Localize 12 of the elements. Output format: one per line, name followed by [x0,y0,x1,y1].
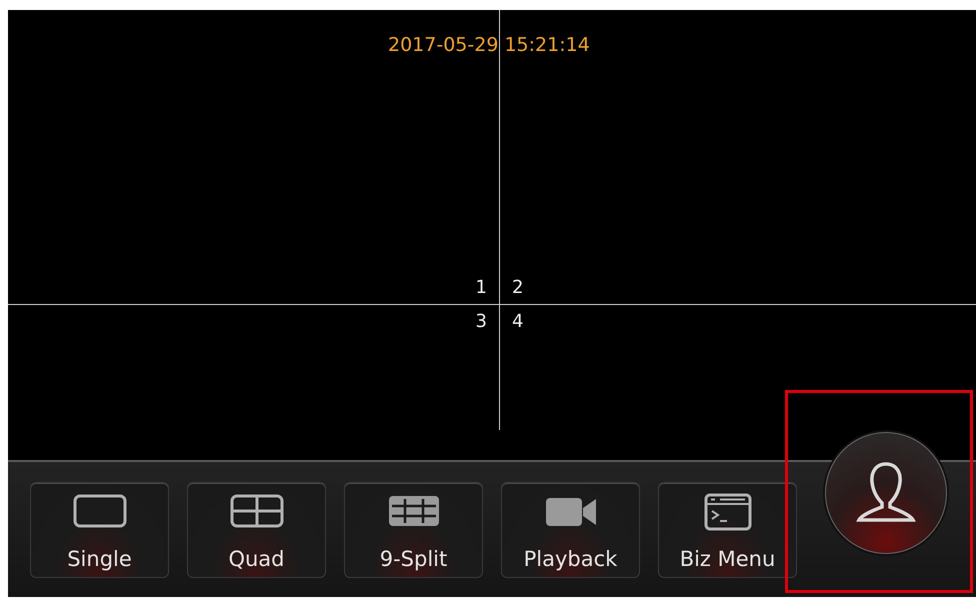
channel-number: 2 [512,277,524,298]
menu-view-button[interactable]: Biz Menu [658,482,797,578]
single-screen-icon [72,493,128,529]
quad-grid-icon [228,493,284,529]
timestamp: 2017-05-29 15:21:14 [388,34,590,56]
channel-number: 1 [476,277,487,298]
quad-view-button[interactable]: Quad [187,482,326,578]
split9-view-button[interactable]: 9-Split [344,482,483,578]
channel-number: 3 [476,311,487,332]
single-view-button[interactable]: Single [30,482,169,578]
channel-number: 4 [512,311,524,332]
playback-view-button[interactable]: Playback [501,482,640,578]
